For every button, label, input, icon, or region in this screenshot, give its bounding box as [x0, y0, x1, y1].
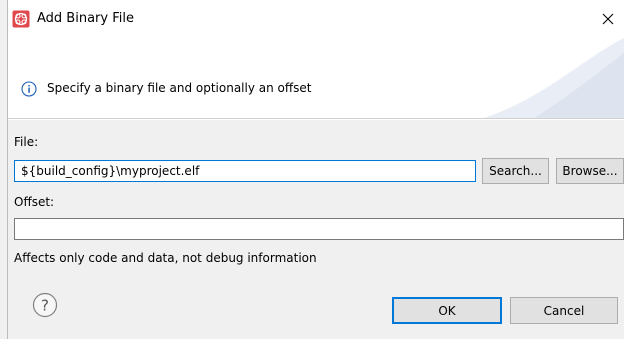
info-icon — [21, 81, 37, 97]
hint-text: Affects only code and data, not debug in… — [14, 251, 317, 265]
svg-text:?: ? — [41, 297, 49, 315]
offset-input[interactable] — [14, 218, 624, 240]
banner-decoration — [484, 38, 624, 118]
message-banner: Specify a binary file and optionally an … — [8, 38, 624, 118]
add-binary-file-dialog: Add Binary File Specify a binary file an… — [0, 0, 624, 339]
close-icon[interactable] — [598, 9, 618, 29]
browse-button[interactable]: Browse... — [556, 158, 624, 184]
ok-button[interactable]: OK — [392, 297, 502, 324]
offset-label: Offset: — [14, 195, 55, 209]
search-button[interactable]: Search... — [482, 158, 549, 184]
help-icon[interactable]: ? — [32, 292, 58, 318]
banner-message: Specify a binary file and optionally an … — [47, 81, 312, 95]
file-label: File: — [14, 135, 39, 149]
file-path-input[interactable] — [14, 160, 476, 182]
cancel-button[interactable]: Cancel — [510, 297, 618, 324]
banner-separator-highlight — [8, 119, 624, 120]
title-bar: Add Binary File — [8, 0, 624, 38]
window-title: Add Binary File — [37, 11, 134, 26]
app-icon — [12, 10, 30, 28]
